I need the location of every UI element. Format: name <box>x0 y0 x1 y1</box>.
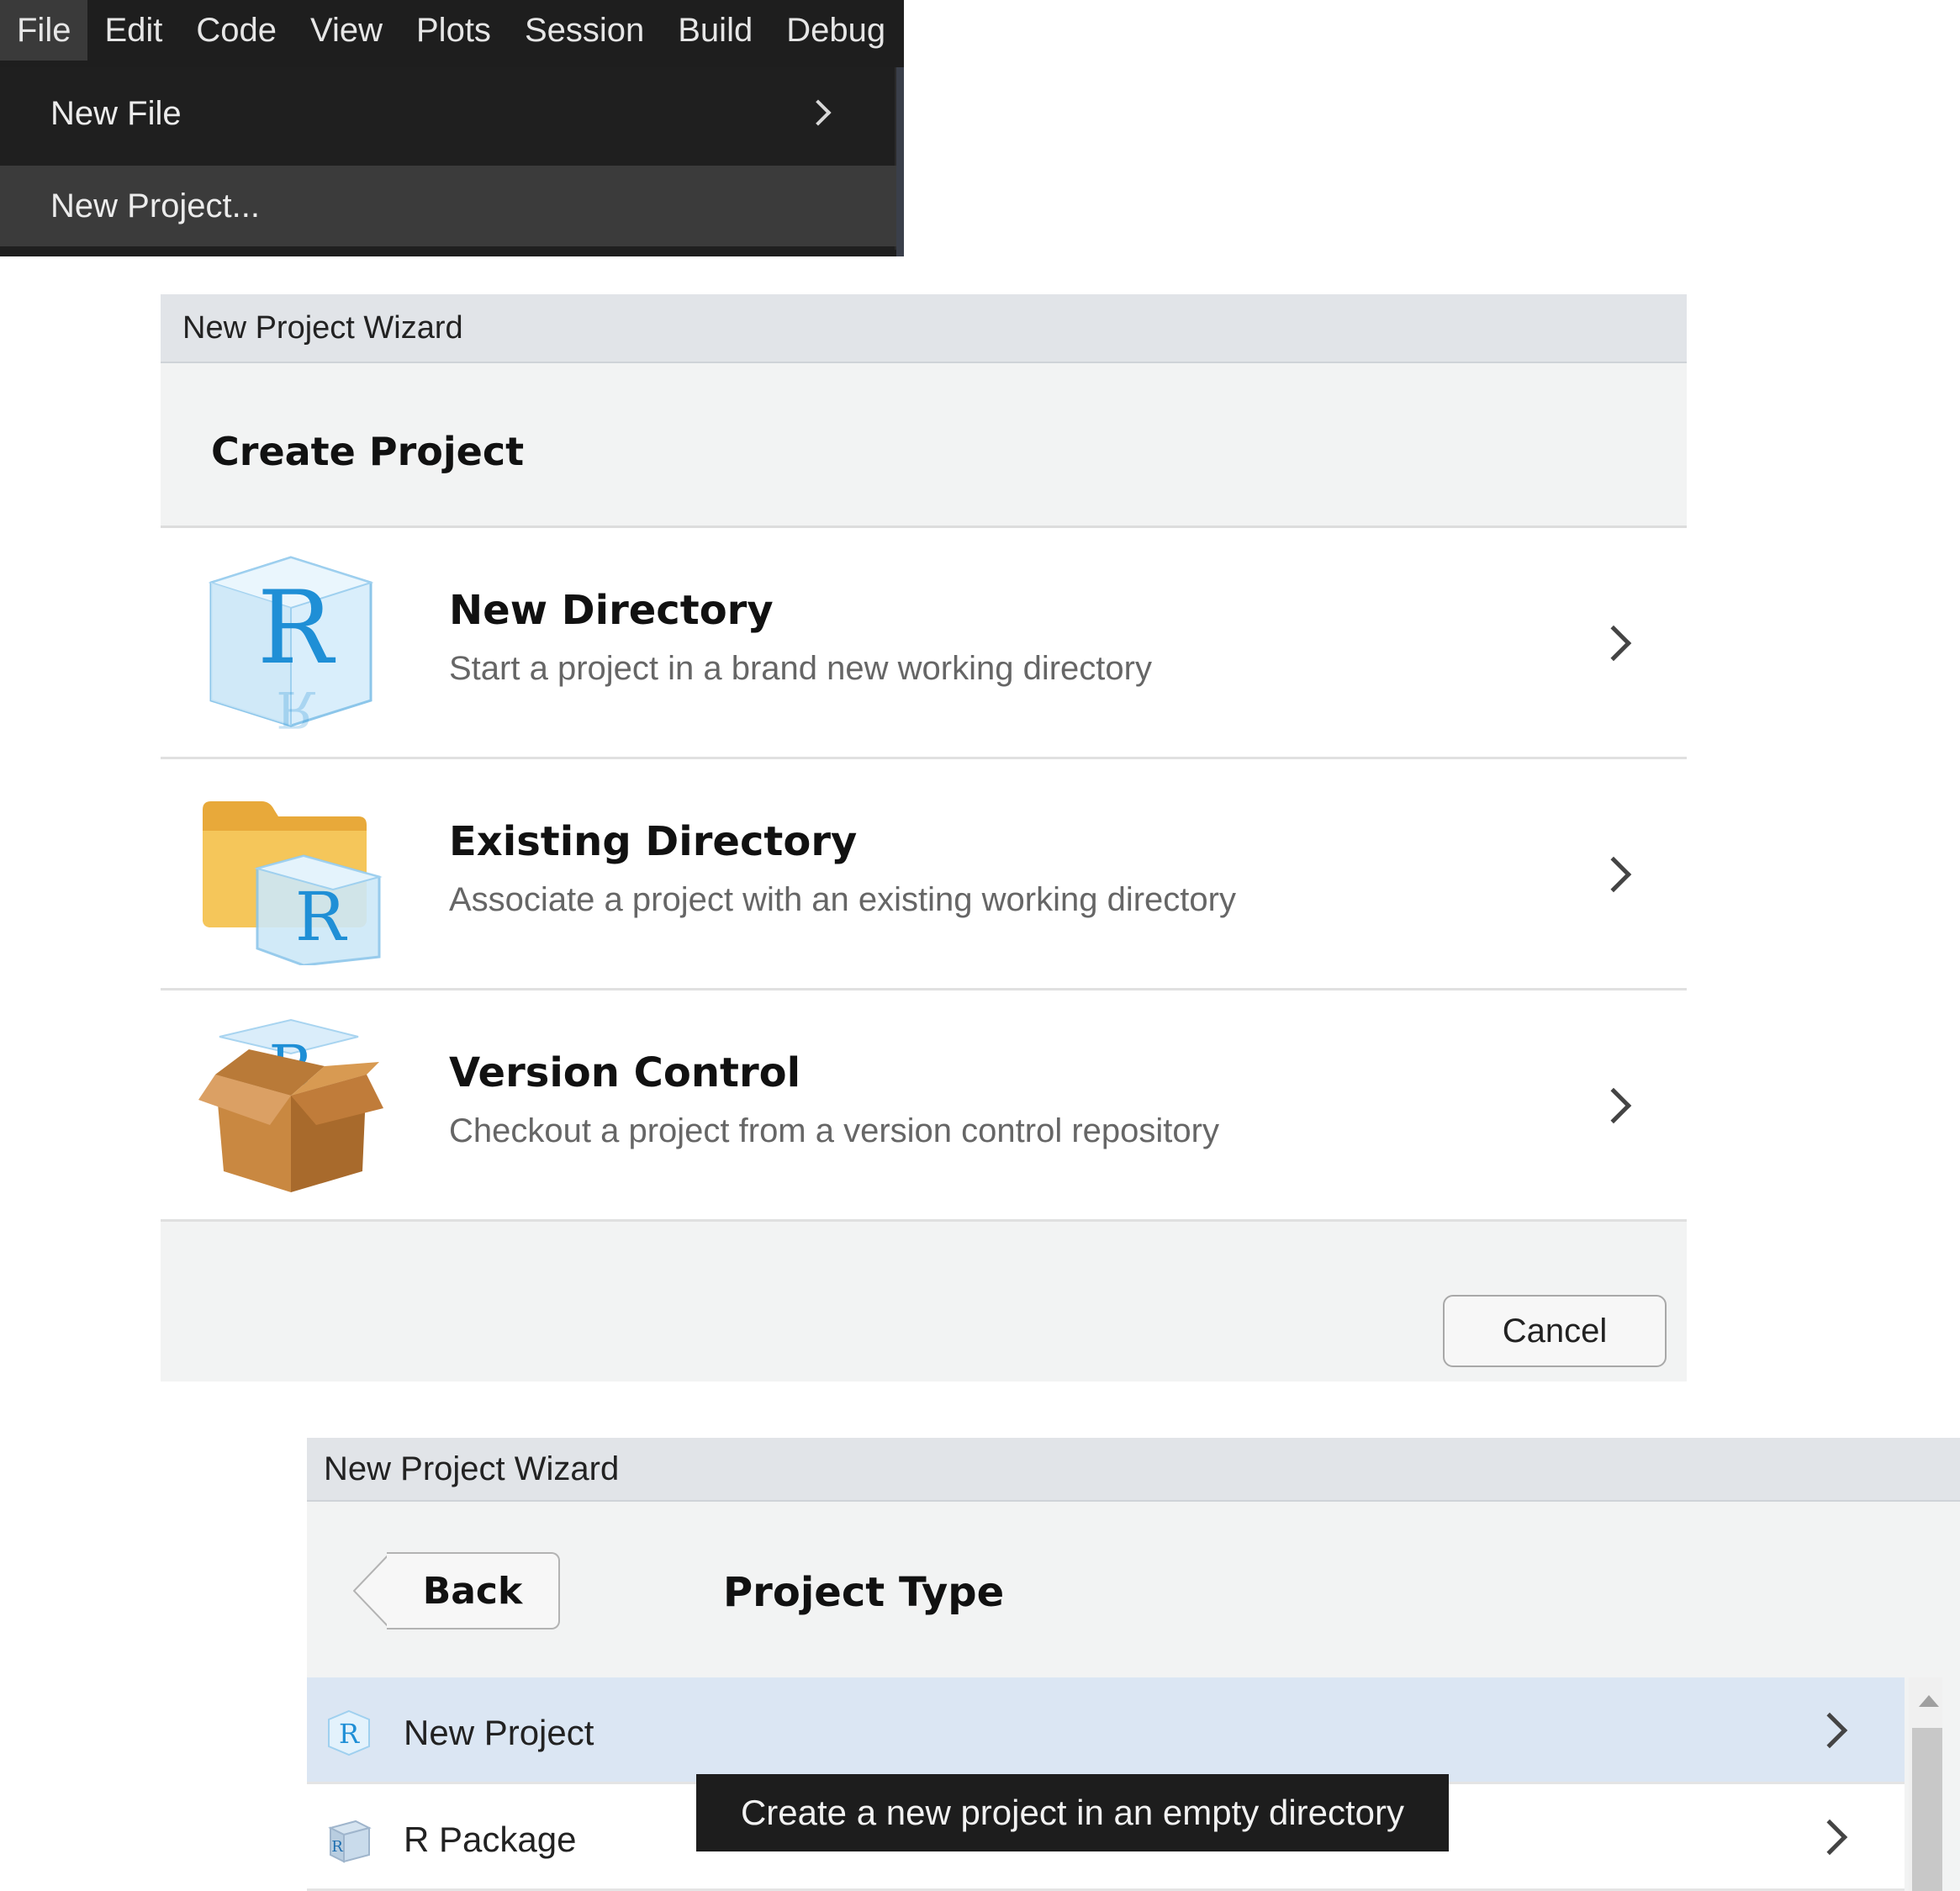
chevron-right-icon <box>1811 1712 1848 1749</box>
option-title: Version Control <box>449 1049 801 1096</box>
svg-text:R: R <box>339 1718 360 1750</box>
menu-item-new-file[interactable]: New File <box>0 73 896 154</box>
chevron-right-icon <box>1595 856 1632 893</box>
option-description: Associate a project with an existing wor… <box>449 881 1236 918</box>
option-description: Checkout a project from a version contro… <box>449 1112 1219 1149</box>
dialog-title: New Project Wizard <box>182 309 463 346</box>
r-project-icon: R <box>328 1709 370 1756</box>
dialog-heading: Project Type <box>723 1569 1005 1616</box>
back-arrow-icon[interactable] <box>353 1552 390 1630</box>
menu-code[interactable]: Code <box>179 0 293 61</box>
back-button[interactable]: Back <box>387 1552 560 1630</box>
type-row-new-project[interactable]: R New Project <box>307 1677 1905 1784</box>
cancel-button[interactable]: Cancel <box>1443 1295 1667 1367</box>
option-existing-directory[interactable]: R Existing Directory Associate a project… <box>161 759 1687 990</box>
option-title: New Directory <box>449 587 774 634</box>
tooltip: Create a new project in an empty directo… <box>696 1774 1449 1851</box>
type-label: R Package <box>404 1820 577 1859</box>
option-new-directory[interactable]: R R New Directory Start a project in a b… <box>161 528 1687 759</box>
menu-view[interactable]: View <box>293 0 399 61</box>
menu-plots[interactable]: Plots <box>399 0 508 61</box>
dialog-titlebar: New Project Wizard <box>161 294 1687 363</box>
chevron-right-icon <box>1811 1819 1848 1856</box>
create-project-dialog: New Project Wizard Create Project R R Ne… <box>161 294 1687 1381</box>
rstudio-menu-panel: File Edit Code View Plots Session Build … <box>0 0 904 256</box>
project-options-list: R R New Directory Start a project in a b… <box>161 526 1687 1222</box>
svg-text:R: R <box>257 570 336 687</box>
menu-edit[interactable]: Edit <box>87 0 179 61</box>
chevron-right-icon <box>1595 1087 1632 1124</box>
dialog-heading: Create Project <box>211 429 525 474</box>
option-description: Start a project in a brand new working d… <box>449 650 1152 687</box>
cardboard-box-icon: R <box>198 1018 383 1192</box>
project-type-dialog: New Project Wizard Back Project Type R N… <box>307 1438 1960 1891</box>
svg-text:R: R <box>295 878 348 956</box>
type-label: New Project <box>404 1713 594 1752</box>
scroll-up-arrow-icon[interactable] <box>1919 1695 1939 1707</box>
menu-edge-strip <box>896 67 904 256</box>
menu-file[interactable]: File <box>0 0 88 61</box>
r-cube-icon: R R <box>208 556 374 734</box>
dialog-titlebar: New Project Wizard <box>307 1438 1960 1502</box>
menu-build[interactable]: Build <box>661 0 769 61</box>
menu-session[interactable]: Session <box>508 0 661 61</box>
submenu-chevron-icon <box>805 99 832 126</box>
svg-text:R: R <box>331 1838 343 1856</box>
menu-item-new-project-label: New Project... <box>50 187 260 224</box>
dialog-title: New Project Wizard <box>324 1450 620 1487</box>
file-menu-dropdown: New File New Project... <box>0 67 896 250</box>
menu-item-new-file-label: New File <box>50 94 182 132</box>
menubar: File Edit Code View Plots Session Build … <box>0 0 904 61</box>
chevron-right-icon <box>1595 625 1632 662</box>
option-title: Existing Directory <box>449 818 858 865</box>
option-version-control[interactable]: R Version Control Checkout a project fro… <box>161 990 1687 1222</box>
menu-debug[interactable]: Debug <box>769 0 902 61</box>
svg-text:R: R <box>276 679 315 734</box>
folder-r-cube-icon: R <box>203 801 383 965</box>
r-package-icon: R <box>328 1820 372 1863</box>
scrollbar-thumb[interactable] <box>1912 1728 1942 1891</box>
menu-item-new-project[interactable]: New Project... <box>0 166 896 246</box>
